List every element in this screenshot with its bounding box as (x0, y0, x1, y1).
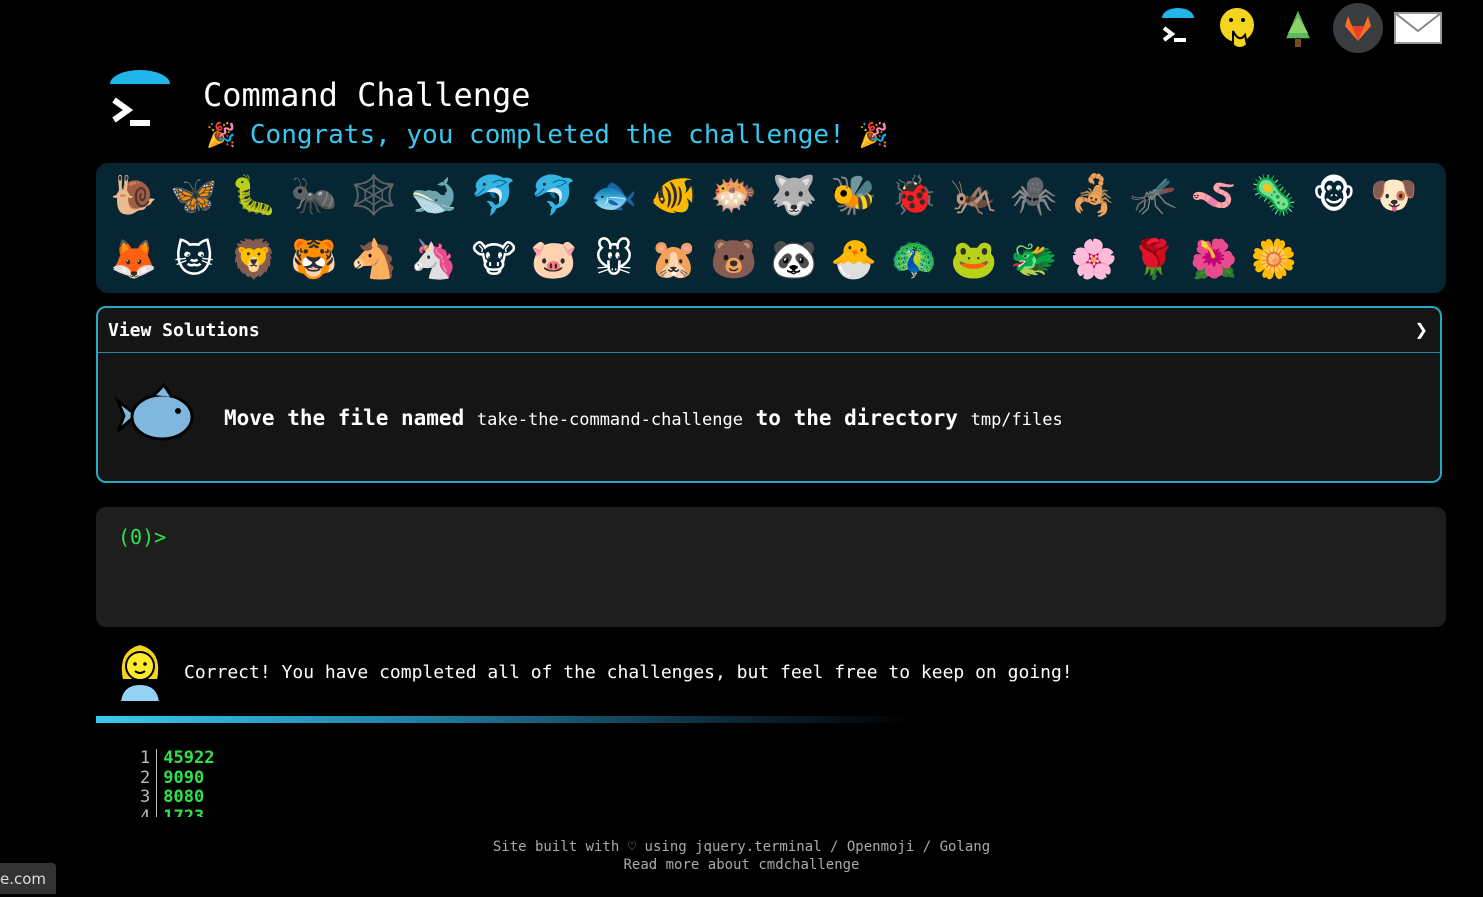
row2-animal-icon: 🐱 (174, 237, 214, 281)
congrats-text: Congrats, you completed the challenge! (249, 120, 845, 150)
row1-animal-icon: 🐞 (890, 172, 938, 217)
face-with-hand-icon[interactable] (1213, 3, 1263, 53)
page-title: Command Challenge (203, 76, 531, 114)
row1-animal-icon: 🦟 (1130, 172, 1178, 217)
output-values: 45922 9090 8080 1723 (157, 749, 214, 817)
chevron-right-icon[interactable]: ❯ (1415, 318, 1428, 343)
status-bar-url: e.com (0, 863, 57, 894)
mail-icon[interactable] (1393, 3, 1443, 53)
challenge-progress-panel: 🐌 🦋 🐛 🐜 🕸️ 🐋 🐬 🐬 🐟 🐠 🐡 🐺 🐝 🐞 🦗 🕷️ 🦂 🦟 🪱 🦠 🐵 🐶 🦊 🐱 🦁 🐯 🐴 🦄 🐮 🐷 🐭 🐹 🐻 🐼 🐣 🦚 🐸… (96, 163, 1446, 293)
page-header: Command Challenge 🎉 Congrats, you comple… (108, 70, 908, 160)
row1-animal-icon: 🐟 (590, 172, 638, 217)
congrats-banner: 🎉 Congrats, you completed the challenge!… (206, 120, 889, 150)
output-listing: 1234 45922 9090 8080 1723 (140, 749, 214, 817)
line-number: 4 (140, 806, 151, 817)
row1-animal-icon: 🦋 (170, 172, 218, 217)
top-nav-icons (1153, 0, 1443, 56)
row1-animal-icon: 🐋 (410, 172, 458, 217)
row2-animal-icon: 🌹 (1130, 236, 1178, 281)
fish-icon (114, 382, 198, 453)
row2-animal-icon: 🐮 (471, 237, 517, 281)
row2-animal-icon: 🐻 (710, 236, 758, 281)
footer-credits: Site built with ♡ using jquery.terminal … (492, 839, 991, 855)
woman-icon (118, 642, 162, 703)
row2-animal-icon: 🐹 (650, 236, 698, 281)
line-number: 3 (140, 787, 151, 807)
row2-animal-icon: 🌺 (1190, 236, 1238, 281)
task-text: Move the file named take-the-command-cha… (224, 406, 1063, 430)
result-text: Correct! You have completed all of the c… (184, 661, 1073, 683)
challenge-card: View Solutions ❯ Move the file named tak… (96, 306, 1442, 483)
party-popper-icon: 🎉 (206, 121, 236, 149)
task-file-name: take-the-command-challenge (476, 410, 743, 430)
view-solutions-label: View Solutions (108, 319, 260, 341)
row1-animal-icon: 🐬 (470, 172, 518, 217)
terminal-prompt: (0)> (118, 525, 167, 549)
row2-animal-icon: 🌸 (1070, 236, 1118, 281)
line-numbers: 1234 (140, 749, 158, 817)
row1-animal-icon: 🐛 (230, 172, 278, 217)
challenge-description: Move the file named take-the-command-cha… (98, 353, 1440, 483)
cmdchallenge-logo-icon[interactable] (1153, 3, 1203, 53)
row1-animal-icon: 🐜 (290, 172, 338, 217)
row1-animal-icon: 🐠 (650, 172, 698, 217)
row1-animal-icon: 🕷️ (1010, 172, 1058, 217)
row1-animal-icon: 🐶 (1370, 172, 1418, 217)
row2-animal-icon: 🐭 (594, 237, 634, 281)
row2-animal-icon: 🐴 (350, 236, 398, 281)
row1-animal-icon: 🕸️ (350, 172, 398, 217)
row1-animal-icon: 🦂 (1070, 172, 1118, 217)
animal-row-2: 🦊 🐱 🦁 🐯 🐴 🦄 🐮 🐷 🐭 🐹 🐻 🐼 🐣 🦚 🐸 🐲 🌸 🌹 🌺 🌼 (104, 229, 1304, 289)
row2-animal-icon: 🦊 (110, 236, 158, 281)
line-number: 1 (140, 749, 151, 768)
line-number: 2 (140, 767, 151, 788)
terminal[interactable]: (0)> (96, 507, 1446, 627)
output-line: 1723 (163, 806, 205, 817)
row2-animal-icon: 🦄 (410, 236, 458, 281)
row1-animal-icon: 🐬 (530, 172, 578, 217)
output-line: 8080 (163, 787, 205, 807)
evergreen-tree-icon[interactable] (1273, 3, 1323, 53)
result-message: Correct! You have completed all of the c… (114, 640, 1073, 704)
row2-animal-icon: 🦚 (890, 236, 938, 281)
gradient-divider (96, 716, 916, 723)
row2-animal-icon: 🦁 (230, 236, 278, 281)
cmdchallenge-logo-icon (108, 70, 172, 134)
row1-animal-icon: 🐺 (770, 172, 818, 217)
output-line: 9090 (163, 767, 205, 788)
row1-animal-icon: 🐵 (1312, 173, 1356, 217)
row1-animal-icon: 🦠 (1250, 172, 1298, 217)
footer-about-link[interactable]: Read more about cmdchallenge (0, 856, 1483, 874)
row2-animal-icon: 🐼 (770, 236, 818, 281)
row2-animal-icon: 🐸 (950, 236, 998, 281)
row1-animal-icon: 🦗 (950, 172, 998, 217)
row2-animal-icon: 🐷 (530, 236, 578, 281)
row2-animal-icon: 🐲 (1010, 236, 1058, 281)
row2-animal-icon: 🌼 (1250, 236, 1298, 281)
row2-animal-icon: 🐯 (290, 236, 338, 281)
row1-animal-icon: 🪱 (1190, 172, 1238, 217)
footer: Site built with ♡ using jquery.terminal … (0, 838, 1483, 874)
gitlab-icon[interactable] (1333, 3, 1383, 53)
view-solutions-toggle[interactable]: View Solutions ❯ (98, 308, 1440, 353)
task-prefix: Move the file named (224, 406, 465, 430)
animal-row-1: 🐌 🦋 🐛 🐜 🕸️ 🐋 🐬 🐬 🐟 🐠 🐡 🐺 🐝 🐞 🦗 🕷️ 🦂 🦟 🪱 🦠 🐵 🐶 (104, 165, 1424, 225)
task-dir-name: tmp/files (970, 410, 1063, 430)
party-popper-icon: 🎉 (858, 121, 889, 149)
output-line: 45922 (163, 749, 215, 768)
row1-animal-icon: 🐝 (830, 172, 878, 217)
row1-animal-icon: 🐡 (710, 172, 758, 217)
task-middle: to the directory (755, 406, 958, 430)
row2-animal-icon: 🐣 (830, 236, 878, 281)
row1-animal-icon: 🐌 (110, 172, 158, 217)
